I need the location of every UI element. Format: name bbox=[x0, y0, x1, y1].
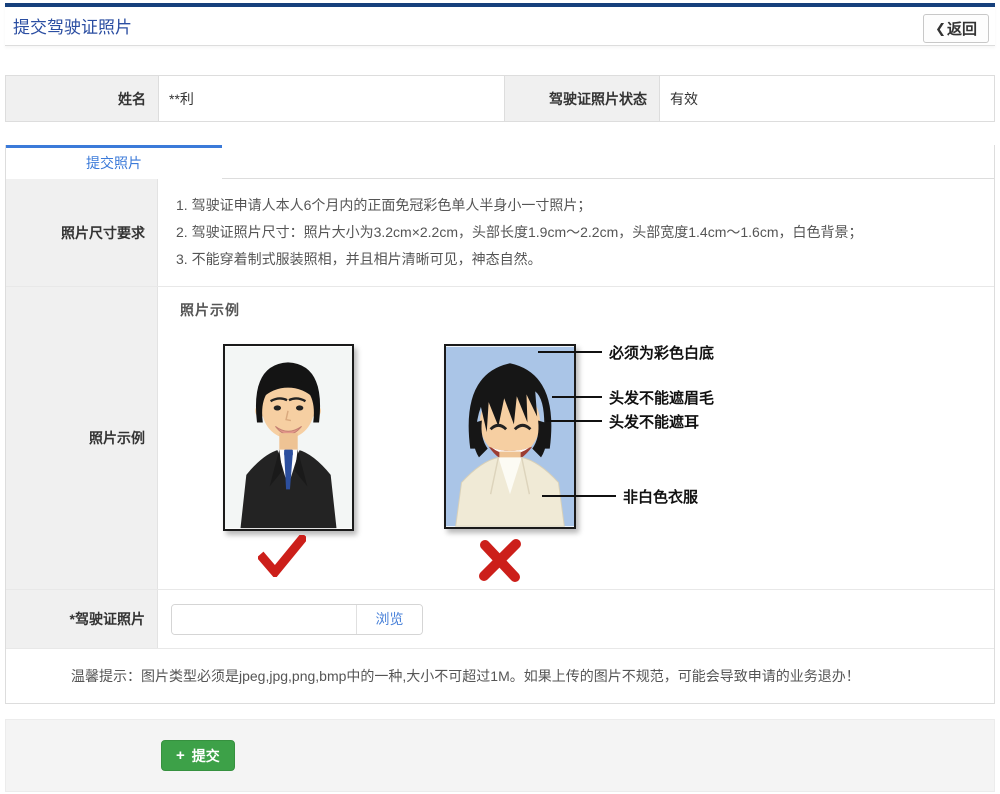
submit-bar: + 提交 bbox=[5, 719, 995, 792]
user-info-table: 姓名 **利 驾驶证照片状态 有效 bbox=[5, 75, 995, 122]
annotation-line bbox=[552, 396, 602, 398]
good-example-photo bbox=[223, 344, 354, 531]
page-header: 提交驾驶证照片 ❮ 返回 bbox=[5, 3, 995, 46]
back-button[interactable]: ❮ 返回 bbox=[923, 14, 989, 43]
requirements-label: 照片尺寸要求 bbox=[6, 179, 158, 286]
upload-row: *驾驶证照片 浏览 bbox=[6, 590, 994, 649]
requirement-line-3: 3. 不能穿着制式服装照相，并且相片清晰可见，神态自然。 bbox=[176, 246, 974, 273]
license-photo-status-label: 驾驶证照片状态 bbox=[504, 76, 659, 121]
requirements-row: 照片尺寸要求 1. 驾驶证申请人本人6个月内的正面免冠彩色单人半身小一寸照片； … bbox=[6, 179, 994, 287]
annotation-hair-eyebrows: 头发不能遮眉毛 bbox=[552, 387, 714, 407]
tab-submit-photo[interactable]: 提交照片 bbox=[6, 145, 222, 179]
example-content: 照片示例 bbox=[158, 287, 994, 589]
x-mark-icon bbox=[478, 538, 522, 587]
name-label: 姓名 bbox=[6, 76, 158, 121]
tab-strip: 提交照片 bbox=[6, 145, 994, 179]
example-heading: 照片示例 bbox=[180, 300, 240, 320]
tip-text: 温馨提示：图片类型必须是jpeg,jpg,png,bmp中的一种,大小不可超过1… bbox=[71, 668, 860, 684]
page-title: 提交驾驶证照片 bbox=[13, 7, 995, 48]
annotation-line bbox=[546, 420, 602, 422]
annotation-line bbox=[538, 351, 602, 353]
annotation-white-background: 必须为彩色白底 bbox=[538, 342, 714, 362]
browse-button[interactable]: 浏览 bbox=[356, 605, 422, 634]
main-panel: 提交照片 照片尺寸要求 1. 驾驶证申请人本人6个月内的正面免冠彩色单人半身小一… bbox=[5, 145, 995, 704]
file-path-input[interactable] bbox=[172, 605, 356, 634]
back-button-label: 返回 bbox=[947, 18, 977, 39]
chevron-left-icon: ❮ bbox=[935, 21, 946, 37]
name-value: **利 bbox=[158, 76, 504, 121]
good-photo-illustration bbox=[225, 346, 352, 529]
file-upload-group: 浏览 bbox=[171, 604, 423, 635]
checkmark-icon bbox=[258, 535, 306, 582]
annotation-non-white-clothes: 非白色衣服 bbox=[542, 486, 698, 506]
page: 提交驾驶证照片 ❮ 返回 姓名 **利 驾驶证照片状态 有效 提交照片 照片尺寸… bbox=[5, 3, 995, 792]
upload-label: *驾驶证照片 bbox=[6, 590, 158, 648]
annotation-line bbox=[542, 495, 616, 497]
example-row: 照片示例 照片示例 bbox=[6, 287, 994, 590]
tip-row: 温馨提示：图片类型必须是jpeg,jpg,png,bmp中的一种,大小不可超过1… bbox=[6, 649, 994, 703]
requirements-content: 1. 驾驶证申请人本人6个月内的正面免冠彩色单人半身小一寸照片； 2. 驾驶证照… bbox=[158, 179, 994, 286]
upload-content: 浏览 bbox=[158, 590, 994, 648]
annotation-hair-ears: 头发不能遮耳 bbox=[546, 411, 699, 431]
submit-button-label: 提交 bbox=[192, 746, 220, 766]
requirement-line-1: 1. 驾驶证申请人本人6个月内的正面免冠彩色单人半身小一寸照片； bbox=[176, 192, 974, 219]
example-label: 照片示例 bbox=[6, 287, 158, 589]
requirement-line-2: 2. 驾驶证照片尺寸：照片大小为3.2cm×2.2cm，头部长度1.9cm～2.… bbox=[176, 219, 974, 246]
plus-icon: + bbox=[176, 748, 185, 763]
submit-button[interactable]: + 提交 bbox=[161, 740, 235, 771]
license-photo-status-value: 有效 bbox=[659, 76, 994, 121]
